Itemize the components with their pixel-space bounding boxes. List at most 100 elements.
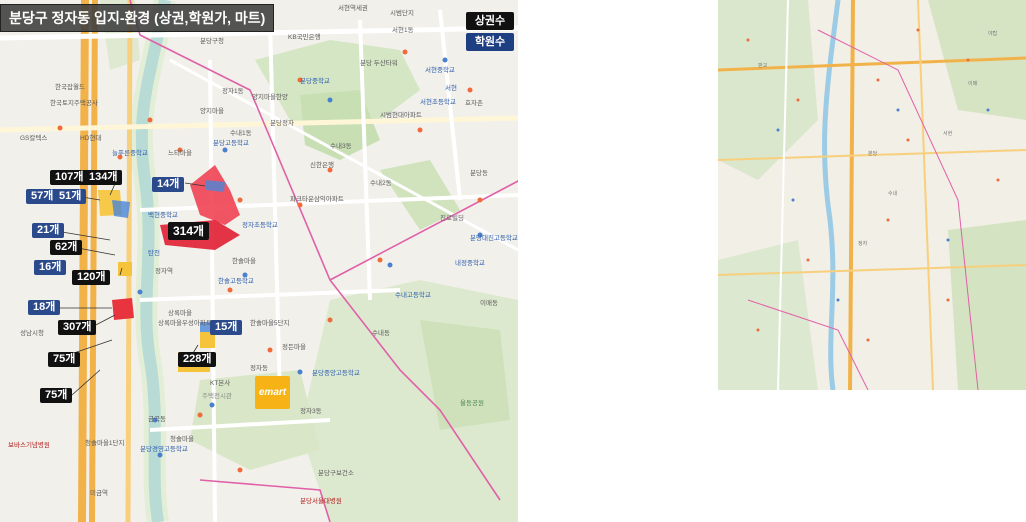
place-label: 분당중학교 [300, 78, 330, 85]
road [208, 59, 217, 522]
commerce-count-tag[interactable]: 75개 [40, 388, 73, 403]
main-map[interactable]: 서현역세권 시범단지 서현1동 KB국민은행 분당구청 서현중학교 분당중학교 … [0, 0, 518, 522]
overview-map[interactable]: 판교 분당 정자 수내 서현 이매 야탑 [718, 0, 1026, 390]
place-label: 한솔마을5단지 [250, 320, 290, 327]
commerce-count-tag[interactable]: 307개 [58, 320, 97, 335]
emart-logo[interactable]: emart [255, 376, 290, 409]
place-label: 시범현대아파트 [380, 112, 422, 119]
overview-label: 수내 [888, 191, 898, 197]
place-label: 신한은행 [310, 162, 334, 169]
place-label: 수내3동 [330, 143, 352, 150]
commerce-count-tag[interactable]: 228개 [178, 352, 217, 367]
place-label: GS칼텍스 [20, 135, 48, 142]
road [0, 115, 518, 133]
commerce-count-tag[interactable]: 314개 [168, 222, 210, 240]
place-label: 한국토지주택공사 [50, 100, 98, 107]
place-label: 정자역 [155, 268, 173, 275]
place-label: 분당고등학교 [213, 140, 249, 147]
place-label: 효자촌 [465, 100, 483, 107]
overview-label: 정자 [858, 241, 868, 247]
place-label: 수내1동 [230, 130, 252, 137]
commerce-count-tag[interactable]: 75개 [48, 352, 81, 367]
place-label: 청솔마을 [170, 436, 194, 443]
place-label: 보바스기념병원 [8, 442, 50, 449]
place-label: 느티마을 [168, 150, 192, 157]
legend-academy[interactable]: 학원수 [466, 33, 514, 51]
place-label: 수내2동 [370, 180, 392, 187]
legend-commerce[interactable]: 상권수 [466, 12, 514, 30]
place-label: 백현중학교 [148, 212, 178, 219]
place-label: 한국잡월드 [55, 84, 85, 91]
place-label: 성남시청 [20, 330, 44, 337]
academy-count-tag[interactable]: 15개 [210, 320, 243, 335]
place-label: 서현중학교 [425, 67, 455, 74]
place-label: 분당구청 [200, 38, 224, 45]
place-label: 분당정자 [270, 120, 294, 127]
place-label: 분당서울대병원 [300, 498, 342, 505]
place-label: 서현초등학교 [420, 99, 456, 106]
academy-count-tag[interactable]: 51개 [54, 189, 87, 204]
map-base [0, 0, 518, 522]
academy-count-tag[interactable]: 16개 [34, 260, 67, 275]
academy-count-tag[interactable]: 14개 [152, 177, 185, 192]
place-label: 금곡동 [148, 416, 166, 423]
place-label: 정자1동 [222, 88, 244, 95]
park-area [718, 0, 818, 180]
place-label: 분당대진고등학교 [470, 235, 518, 242]
commerce-count-tag[interactable]: 107개 [50, 170, 89, 185]
place-label: 한솔마을 [232, 258, 256, 265]
place-label: 진로빌딩 [440, 215, 464, 222]
place-label: 양지마을한양 [252, 94, 288, 101]
place-label: 수내고등학교 [395, 292, 431, 299]
place-label: 율동공원 [460, 400, 484, 407]
commerce-count-tag[interactable]: 62개 [50, 240, 83, 255]
overview-label: 판교 [758, 63, 768, 69]
map-title: 분당구 정자동 입지-환경 (상권,학원가, 마트) [0, 4, 275, 32]
overview-label: 야탑 [988, 31, 998, 37]
place-label: 수내동 [372, 330, 390, 337]
park-area [948, 220, 1026, 390]
place-label: 분당 두산타워 [360, 60, 398, 67]
place-label: 정든마을 [282, 344, 306, 351]
overview-label: 이매 [968, 81, 978, 87]
overview-label: 분당 [868, 151, 878, 157]
commerce-count-tag[interactable]: 120개 [72, 270, 111, 285]
commerce-zone[interactable] [190, 165, 240, 225]
place-label: 미금역 [90, 490, 108, 497]
place-label: 늘푸른중학교 [112, 150, 148, 157]
place-label: HD현대 [80, 135, 102, 142]
place-label: 시범단지 [390, 10, 414, 17]
place-label: 청솔마을1단지 [85, 440, 125, 447]
road [917, 0, 934, 390]
place-label: 내정중학교 [455, 260, 485, 267]
riverbank [130, 0, 176, 522]
place-label: 분당동 [470, 170, 488, 177]
place-label: 이매동 [480, 300, 498, 307]
place-label: 정자동 [250, 365, 268, 372]
academy-zone[interactable] [205, 180, 225, 192]
commerce-zone[interactable] [112, 298, 134, 320]
place-label: 서현 [445, 85, 457, 92]
place-label: 상록마을 [168, 310, 192, 317]
place-label: 분당중앙고등학교 [312, 370, 360, 377]
overview-label: 서현 [943, 131, 953, 137]
academy-zone[interactable] [112, 200, 130, 218]
place-label: KT본사 [210, 380, 231, 387]
place-label: 탄천 [148, 250, 160, 257]
place-label: 정자3동 [300, 408, 322, 415]
place-label: 파크타운삼익아파트 [290, 196, 344, 203]
place-label: KB국민은행 [288, 34, 321, 41]
river [822, 0, 841, 390]
commerce-count-tag[interactable]: 134개 [84, 170, 123, 185]
road [125, 0, 133, 522]
place-label: 한솔고등학교 [218, 278, 254, 285]
park-area [718, 240, 818, 390]
expressway [848, 0, 855, 390]
overview-map-base [718, 0, 1026, 390]
place-label: 분당경영고등학교 [140, 446, 188, 453]
place-label: 양지마을 [200, 108, 224, 115]
academy-count-tag[interactable]: 21개 [32, 223, 65, 238]
academy-count-tag[interactable]: 18개 [28, 300, 61, 315]
place-label: 주택전시관 [202, 393, 232, 400]
place-label: 서현역세권 [338, 5, 368, 12]
